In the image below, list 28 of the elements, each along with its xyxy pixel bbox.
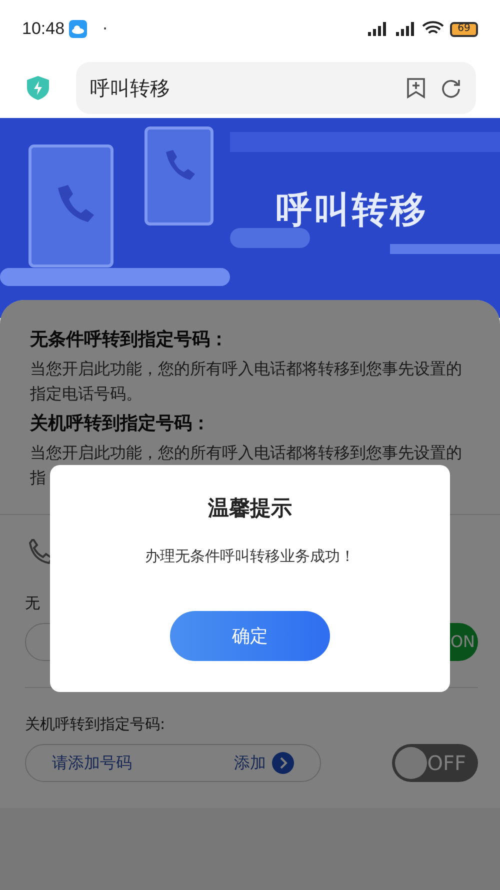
section-description: 当您开启此功能，您的所有呼入电话都将转移到您事先设置的指定电话号码。 [30, 358, 463, 405]
banner-title: 呼叫转移 [276, 189, 428, 233]
section-heading: 关机呼转到指定号码： [30, 412, 211, 436]
notification-dot: · [102, 18, 108, 40]
toggle-label: OFF [427, 750, 466, 777]
section-heading: 无条件呼转到指定号码： [30, 328, 229, 352]
chevron-right-icon [272, 752, 294, 774]
bookmark-add-icon[interactable] [406, 77, 426, 99]
toggle-knob [395, 747, 427, 779]
setting-label: 关机呼转到指定号码: [25, 714, 166, 734]
phone-number-field[interactable]: 请添加号码 添加 [25, 744, 321, 782]
signal-icon [394, 21, 416, 37]
address-bar[interactable]: 呼叫转移 [76, 62, 476, 114]
dialog-message: 办理无条件呼叫转移业务成功！ [145, 546, 355, 566]
toggle-label: ON [450, 631, 475, 653]
add-button[interactable]: 添加 [234, 751, 294, 775]
page-title: 呼叫转移 [90, 75, 171, 102]
section-description: 当您开启此功能，您的所有呼入电话都将转移到您事先设置的指 [30, 442, 463, 489]
refresh-icon[interactable] [440, 77, 462, 99]
cloud-icon [68, 20, 87, 38]
signal-icon [366, 21, 388, 37]
number-placeholder: 请添加号码 [52, 752, 133, 774]
battery-indicator: 69 [450, 22, 478, 36]
toggle-switch[interactable]: OFF [392, 744, 478, 782]
setting-label: 无 [25, 593, 41, 613]
dialog-title: 温馨提示 [208, 495, 292, 522]
confirm-button[interactable]: 确定 [170, 611, 330, 661]
clock-time: 10:48 [22, 18, 65, 40]
